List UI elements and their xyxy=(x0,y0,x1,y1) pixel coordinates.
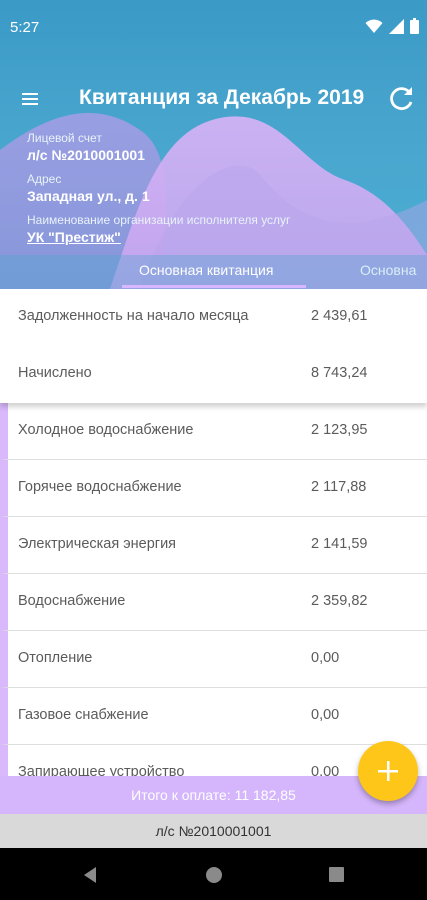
recents-icon xyxy=(329,867,344,882)
row-value: 0,00 xyxy=(311,650,340,666)
list-item-debt[interactable]: Задолженность на начало месяца 2 439,61 xyxy=(0,289,427,346)
total-amount: Итого к оплате: 11 182,85 xyxy=(131,787,296,803)
menu-button[interactable] xyxy=(20,88,42,110)
home-button[interactable] xyxy=(203,864,225,886)
list-item-electricity[interactable]: Электрическая энергия 2 141,59 xyxy=(0,517,427,574)
app-header: 5:27 Квитанция за Декабрь 2019 Лицевой с… xyxy=(0,0,427,289)
status-bar: 5:27 xyxy=(0,0,427,56)
row-label: Газовое снабжение xyxy=(18,707,149,723)
address-label: Адрес xyxy=(27,172,62,186)
row-value: 0,00 xyxy=(311,764,340,776)
org-link[interactable]: УК "Престиж" xyxy=(27,228,417,247)
status-time: 5:27 xyxy=(10,19,40,36)
plus-icon xyxy=(378,761,398,781)
tab-main-receipt[interactable]: Основная квитанция xyxy=(139,262,273,278)
tab-next-receipt[interactable]: Основна xyxy=(360,262,416,278)
battery-icon xyxy=(410,18,419,34)
row-label: Электрическая энергия xyxy=(18,536,177,552)
address-value: Западная ул., д. 1 xyxy=(27,188,150,204)
refresh-icon xyxy=(390,87,413,111)
row-label: Горячее водоснабжение xyxy=(18,479,182,495)
back-icon xyxy=(84,867,96,883)
account-label: Лицевой счет xyxy=(27,131,102,145)
account-selector-label: л/с №2010001001 xyxy=(155,823,272,839)
list-item-hot-water[interactable]: Горячее водоснабжение 2 117,88 xyxy=(0,460,427,517)
list-item-cold-water[interactable]: Холодное водоснабжение 2 123,95 xyxy=(0,403,427,460)
row-value: 2 117,88 xyxy=(311,479,367,495)
list-item-charged[interactable]: Начислено 8 743,24 xyxy=(0,346,427,403)
row-label: Холодное водоснабжение xyxy=(18,422,194,438)
page-title: Квитанция за Декабрь 2019 xyxy=(79,86,365,109)
recents-button[interactable] xyxy=(326,864,348,886)
org-label: Наименование организации исполнителя усл… xyxy=(27,213,291,227)
receipt-list[interactable]: Задолженность на начало месяца 2 439,61 … xyxy=(0,289,427,776)
row-value: 2 439,61 xyxy=(311,308,368,324)
row-label: Водоснабжение xyxy=(18,593,126,609)
tab-indicator xyxy=(122,285,306,288)
menu-icon xyxy=(22,93,38,105)
row-value: 2 359,82 xyxy=(311,593,368,609)
back-button[interactable] xyxy=(80,864,102,886)
row-label: Запирающее устройство xyxy=(18,764,185,776)
list-item-gas[interactable]: Газовое снабжение 0,00 xyxy=(0,688,427,745)
row-label: Начислено xyxy=(18,365,92,381)
signal-icon xyxy=(389,18,404,34)
account-info: Лицевой счет л/с №2010001001 Адрес Запад… xyxy=(27,130,417,253)
toolbar: Квитанция за Декабрь 2019 xyxy=(0,78,427,122)
list-item-water-supply[interactable]: Водоснабжение 2 359,82 xyxy=(0,574,427,631)
system-nav-bar xyxy=(0,848,427,900)
add-button[interactable] xyxy=(358,741,418,801)
row-label: Отопление xyxy=(18,650,93,666)
row-value: 2 123,95 xyxy=(311,422,368,438)
list-item-heating[interactable]: Отопление 0,00 xyxy=(0,631,427,688)
status-icons xyxy=(365,18,419,34)
account-number: л/с №2010001001 xyxy=(27,147,145,163)
home-icon xyxy=(206,867,222,883)
refresh-button[interactable] xyxy=(387,84,417,114)
account-selector[interactable]: л/с №2010001001 xyxy=(0,814,427,848)
row-value: 8 743,24 xyxy=(311,365,368,381)
row-value: 0,00 xyxy=(311,707,340,723)
wifi-icon xyxy=(365,19,383,33)
row-label: Задолженность на начало месяца xyxy=(18,308,249,324)
row-value: 2 141,59 xyxy=(311,536,368,552)
tab-bar: Основная квитанция Основна xyxy=(0,259,427,289)
